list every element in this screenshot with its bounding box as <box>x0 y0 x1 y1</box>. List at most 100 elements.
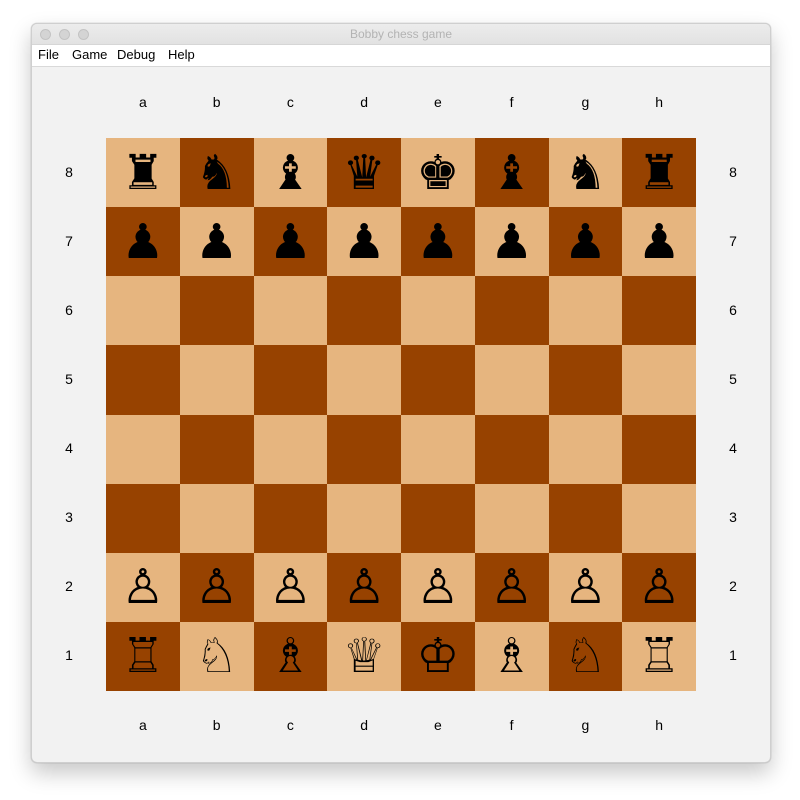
piece-f2[interactable]: ♙ <box>490 563 533 611</box>
square-a4[interactable] <box>106 414 180 484</box>
square-d5[interactable] <box>327 345 401 415</box>
piece-a2[interactable]: ♙ <box>121 563 164 611</box>
square-h2[interactable]: ♙ <box>622 552 696 622</box>
piece-h7[interactable]: ♟ <box>638 218 681 266</box>
square-c4[interactable] <box>253 414 328 484</box>
piece-c7[interactable]: ♟ <box>269 218 312 266</box>
piece-h1[interactable]: ♖ <box>638 632 681 680</box>
square-h1[interactable]: ♖ <box>622 621 696 691</box>
square-h7[interactable]: ♟ <box>622 207 696 277</box>
square-h4[interactable] <box>622 414 696 484</box>
piece-a1[interactable]: ♖ <box>121 632 164 680</box>
piece-a8[interactable]: ♜ <box>121 149 164 197</box>
square-d4[interactable] <box>327 414 401 484</box>
square-a7[interactable]: ♟ <box>106 207 180 277</box>
square-f5[interactable] <box>474 345 549 415</box>
square-e8[interactable]: ♚ <box>401 138 475 208</box>
piece-d8[interactable]: ♛ <box>343 149 386 197</box>
square-f6[interactable] <box>474 276 549 346</box>
square-b1[interactable]: ♘ <box>179 621 254 691</box>
piece-g2[interactable]: ♙ <box>564 563 607 611</box>
square-b5[interactable] <box>179 345 254 415</box>
square-c2[interactable]: ♙ <box>253 552 328 622</box>
square-d1[interactable]: ♕ <box>327 621 401 691</box>
piece-g1[interactable]: ♘ <box>564 632 607 680</box>
square-g8[interactable]: ♞ <box>548 138 623 208</box>
piece-b7[interactable]: ♟ <box>195 218 238 266</box>
piece-c2[interactable]: ♙ <box>269 563 312 611</box>
square-e1[interactable]: ♔ <box>401 621 475 691</box>
piece-f8[interactable]: ♝ <box>490 149 533 197</box>
square-b3[interactable] <box>179 483 254 553</box>
piece-h2[interactable]: ♙ <box>638 563 681 611</box>
square-a6[interactable] <box>106 276 180 346</box>
square-b7[interactable]: ♟ <box>179 207 254 277</box>
piece-f1[interactable]: ♗ <box>490 632 533 680</box>
piece-h8[interactable]: ♜ <box>638 149 681 197</box>
title-bar[interactable]: Bobby chess game <box>32 24 770 45</box>
square-e4[interactable] <box>401 414 475 484</box>
piece-e2[interactable]: ♙ <box>416 563 459 611</box>
piece-c8[interactable]: ♝ <box>269 149 312 197</box>
menu-debug[interactable]: Debug <box>117 47 155 62</box>
menu-file[interactable]: File <box>38 47 59 62</box>
square-h8[interactable]: ♜ <box>622 138 696 208</box>
square-e6[interactable] <box>401 276 475 346</box>
piece-e7[interactable]: ♟ <box>416 218 459 266</box>
piece-f7[interactable]: ♟ <box>490 218 533 266</box>
square-c6[interactable] <box>253 276 328 346</box>
square-d2[interactable]: ♙ <box>327 552 401 622</box>
piece-d2[interactable]: ♙ <box>343 563 386 611</box>
square-g3[interactable] <box>548 483 623 553</box>
square-f2[interactable]: ♙ <box>474 552 549 622</box>
square-f4[interactable] <box>474 414 549 484</box>
square-b6[interactable] <box>179 276 254 346</box>
square-b4[interactable] <box>179 414 254 484</box>
piece-g8[interactable]: ♞ <box>564 149 607 197</box>
square-b2[interactable]: ♙ <box>179 552 254 622</box>
square-f7[interactable]: ♟ <box>474 207 549 277</box>
square-f1[interactable]: ♗ <box>474 621 549 691</box>
square-e2[interactable]: ♙ <box>401 552 475 622</box>
square-d8[interactable]: ♛ <box>327 138 401 208</box>
square-a1[interactable]: ♖ <box>106 621 180 691</box>
square-d6[interactable] <box>327 276 401 346</box>
square-g7[interactable]: ♟ <box>548 207 623 277</box>
square-d7[interactable]: ♟ <box>327 207 401 277</box>
piece-d7[interactable]: ♟ <box>343 218 386 266</box>
square-e7[interactable]: ♟ <box>401 207 475 277</box>
piece-b2[interactable]: ♙ <box>195 563 238 611</box>
piece-e1[interactable]: ♔ <box>416 632 459 680</box>
square-c8[interactable]: ♝ <box>253 138 328 208</box>
square-a8[interactable]: ♜ <box>106 138 180 208</box>
square-c7[interactable]: ♟ <box>253 207 328 277</box>
square-e3[interactable] <box>401 483 475 553</box>
square-c1[interactable]: ♗ <box>253 621 328 691</box>
square-f3[interactable] <box>474 483 549 553</box>
square-d3[interactable] <box>327 483 401 553</box>
menu-help[interactable]: Help <box>168 47 195 62</box>
square-g5[interactable] <box>548 345 623 415</box>
square-a3[interactable] <box>106 483 180 553</box>
piece-e8[interactable]: ♚ <box>416 149 459 197</box>
square-h3[interactable] <box>622 483 696 553</box>
square-g1[interactable]: ♘ <box>548 621 623 691</box>
square-h5[interactable] <box>622 345 696 415</box>
square-g6[interactable] <box>548 276 623 346</box>
square-g4[interactable] <box>548 414 623 484</box>
square-a5[interactable] <box>106 345 180 415</box>
piece-a7[interactable]: ♟ <box>121 218 164 266</box>
square-f8[interactable]: ♝ <box>474 138 549 208</box>
square-g2[interactable]: ♙ <box>548 552 623 622</box>
piece-b8[interactable]: ♞ <box>195 149 238 197</box>
square-c3[interactable] <box>253 483 328 553</box>
menu-game[interactable]: Game <box>72 47 107 62</box>
piece-d1[interactable]: ♕ <box>343 632 386 680</box>
square-a2[interactable]: ♙ <box>106 552 180 622</box>
piece-b1[interactable]: ♘ <box>195 632 238 680</box>
piece-c1[interactable]: ♗ <box>269 632 312 680</box>
square-h6[interactable] <box>622 276 696 346</box>
square-b8[interactable]: ♞ <box>179 138 254 208</box>
square-e5[interactable] <box>401 345 475 415</box>
square-c5[interactable] <box>253 345 328 415</box>
